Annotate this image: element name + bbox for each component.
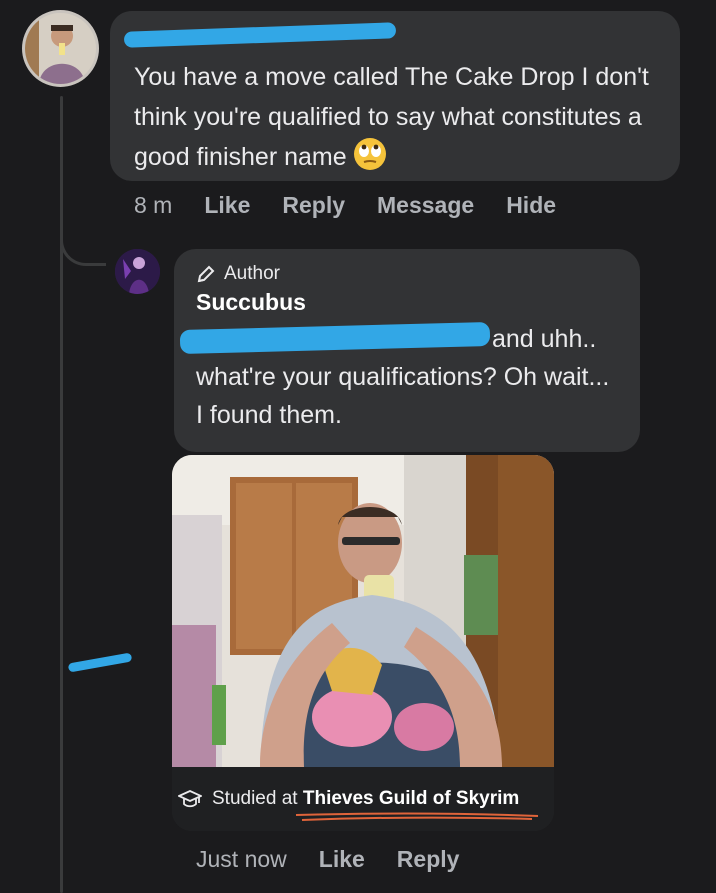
name-redaction xyxy=(123,22,397,48)
reply-text: and uhh.. what're your qualifications? O… xyxy=(179,320,618,434)
red-underline-scribble xyxy=(295,812,539,821)
comment-timestamp: 8 m xyxy=(134,192,173,218)
mention-redaction xyxy=(179,321,491,355)
reply-text-rest: what're your qualifications? Oh wait... … xyxy=(196,363,610,429)
reply-connector xyxy=(60,210,106,266)
reply-text-first-line: and uhh.. xyxy=(179,320,618,358)
author-avatar[interactable] xyxy=(115,249,160,294)
message-button[interactable]: Message xyxy=(377,192,474,219)
rolling-eyes-emoji-icon xyxy=(353,138,386,170)
attachment-card[interactable]: Studied at Thieves Guild of Skyrim xyxy=(172,455,554,831)
reply-actions: Just now Like Reply xyxy=(196,846,491,873)
comment-actions: 8 m Like Reply Message Hide xyxy=(134,192,588,219)
author-avatar-image xyxy=(115,249,160,294)
reply-button[interactable]: Reply xyxy=(282,192,345,219)
author-badge-label: Author xyxy=(224,263,280,284)
author-badge: Author xyxy=(196,263,618,285)
attached-photo[interactable] xyxy=(172,455,554,767)
blue-scribble-mark xyxy=(67,652,133,673)
attachment-caption: Studied at Thieves Guild of Skyrim xyxy=(212,788,519,810)
comment-text: You have a move called The Cake Drop I d… xyxy=(134,63,649,171)
author-name[interactable]: Succubus xyxy=(196,289,618,316)
graduation-cap-icon xyxy=(178,790,202,808)
like-button[interactable]: Like xyxy=(204,192,250,219)
attachment-footer: Studied at Thieves Guild of Skyrim xyxy=(172,767,554,831)
caption-place-link[interactable]: Thieves Guild of Skyrim xyxy=(303,788,519,809)
like-button[interactable]: Like xyxy=(319,846,365,873)
commenter-avatar-image xyxy=(25,13,96,84)
reply-button[interactable]: Reply xyxy=(397,846,460,873)
reply-timestamp: Just now xyxy=(196,846,287,872)
commenter-avatar[interactable] xyxy=(22,10,99,87)
comment-bubble: You have a move called The Cake Drop I d… xyxy=(110,11,680,181)
reply-bubble: Author Succubus and uhh.. what're your q… xyxy=(174,249,640,452)
reply-text-line1: and uhh.. xyxy=(492,325,597,353)
hide-button[interactable]: Hide xyxy=(506,192,556,219)
pencil-icon xyxy=(197,265,215,283)
caption-prefix: Studied at xyxy=(212,788,298,809)
